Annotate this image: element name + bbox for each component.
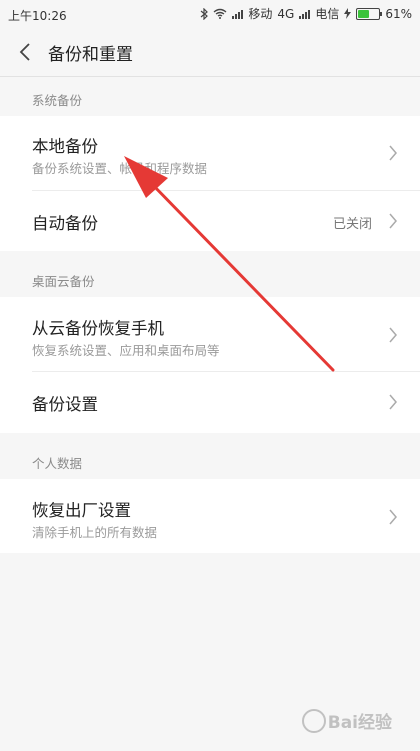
row-subtitle: 备份系统设置、帐号和程序数据 xyxy=(32,161,208,176)
row-title: 自动备份 xyxy=(32,214,98,233)
top-app-bar: 备份和重置 xyxy=(0,28,420,77)
carrier2-label: 电信 xyxy=(315,7,340,21)
card-cloud-backup: 从云备份恢复手机 恢复系统设置、应用和桌面布局等 备份设置 xyxy=(0,297,420,433)
back-chevron-icon[interactable] xyxy=(16,40,36,64)
watermark: Bai经验 xyxy=(301,708,392,733)
card-personal-data: 恢复出厂设置 清除手机上的所有数据 xyxy=(0,479,420,553)
row-title: 备份设置 xyxy=(32,395,98,414)
battery-icon xyxy=(356,7,383,20)
signal-icon xyxy=(299,9,311,19)
signal-icon xyxy=(232,9,244,19)
row-subtitle: 恢复系统设置、应用和桌面布局等 xyxy=(32,343,220,358)
bluetooth-icon xyxy=(200,7,209,20)
battery-percent: 61% xyxy=(385,6,412,21)
battery-fill xyxy=(358,9,370,18)
section-label-system-backup: 系统备份 xyxy=(32,93,83,108)
baidu-paw-icon xyxy=(301,708,326,733)
row-factory-reset[interactable]: 恢复出厂设置 清除手机上的所有数据 xyxy=(0,479,420,553)
row-title: 恢复出厂设置 xyxy=(32,501,131,520)
chevron-right-icon xyxy=(389,145,397,161)
section-label-personal-data: 个人数据 xyxy=(32,456,83,471)
page-title: 备份和重置 xyxy=(48,45,133,65)
wifi-icon xyxy=(213,8,227,19)
settings-screen: 上午10:26 移动 4G 电信 61% 备份和重置 系统备份 本地备份 备份系… xyxy=(0,0,420,751)
row-value-off: 已关闭 xyxy=(332,217,372,232)
row-title: 从云备份恢复手机 xyxy=(32,319,164,338)
watermark-text: Bai经验 xyxy=(327,713,392,733)
chevron-right-icon xyxy=(389,394,397,410)
chevron-right-icon xyxy=(389,509,397,525)
row-title: 本地备份 xyxy=(32,137,98,156)
row-restore-from-cloud[interactable]: 从云备份恢复手机 恢复系统设置、应用和桌面布局等 xyxy=(0,297,420,371)
carrier1-label: 移动 xyxy=(248,7,273,21)
row-local-backup[interactable]: 本地备份 备份系统设置、帐号和程序数据 xyxy=(0,116,420,190)
charging-icon xyxy=(344,8,352,19)
row-subtitle: 清除手机上的所有数据 xyxy=(32,525,158,540)
network-label: 4G xyxy=(277,6,295,21)
row-backup-settings[interactable]: 备份设置 xyxy=(0,372,420,433)
status-bar: 上午10:26 移动 4G 电信 61% xyxy=(0,0,420,28)
status-icons: 移动 4G 电信 61% xyxy=(200,5,412,22)
status-time: 上午10:26 xyxy=(8,9,67,23)
chevron-right-icon xyxy=(389,213,397,229)
card-system-backup: 本地备份 备份系统设置、帐号和程序数据 自动备份 已关闭 xyxy=(0,116,420,251)
chevron-right-icon xyxy=(389,327,397,343)
row-auto-backup[interactable]: 自动备份 已关闭 xyxy=(0,191,420,251)
section-label-cloud-backup: 桌面云备份 xyxy=(32,274,95,289)
